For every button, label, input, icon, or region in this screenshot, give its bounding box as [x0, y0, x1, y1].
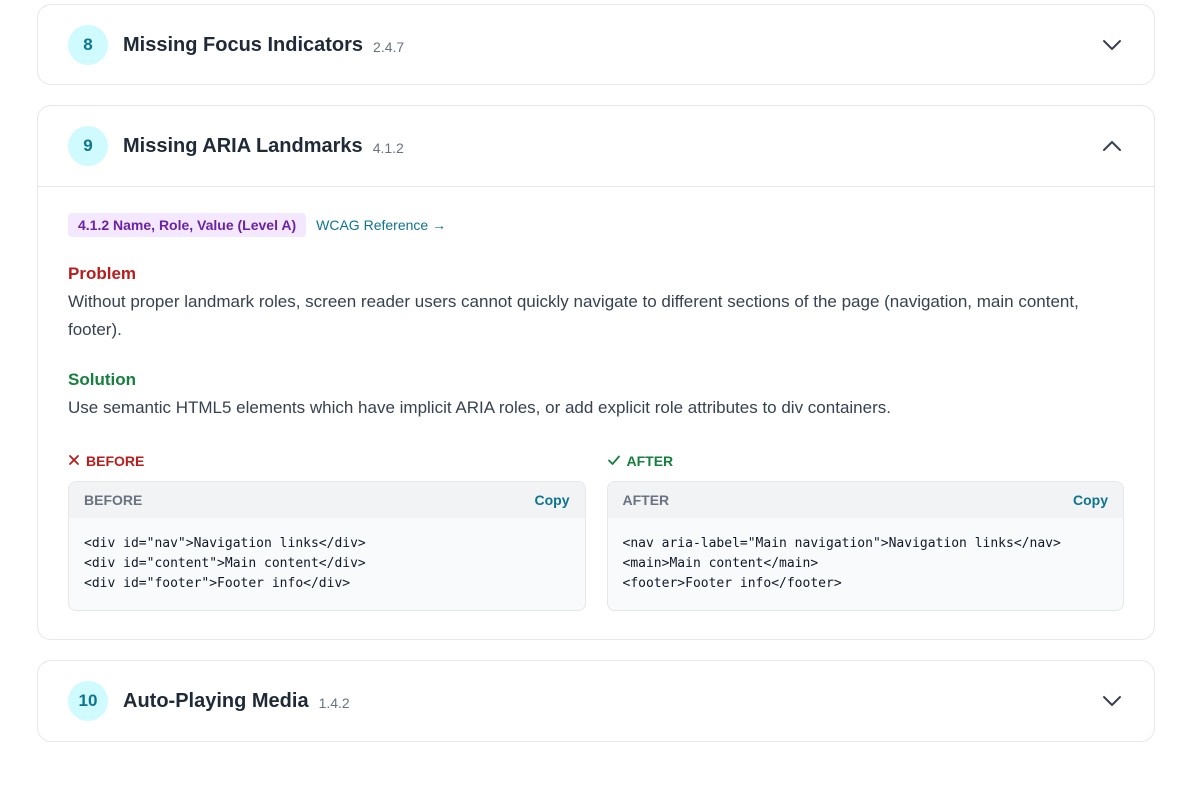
after-code-block: AFTER Copy <nav aria-label="Main navigat…: [606, 481, 1124, 611]
issue-number-badge: 9: [68, 126, 108, 166]
issue-card-10: 10 Auto-Playing Media 1.4.2: [37, 660, 1155, 742]
check-icon: [607, 453, 621, 469]
code-block-title: AFTER: [622, 492, 670, 508]
chevron-down-icon[interactable]: [1100, 33, 1124, 57]
before-label-text: BEFORE: [86, 453, 145, 469]
issue-criterion: 2.4.7: [373, 38, 405, 55]
before-label: BEFORE: [68, 452, 586, 470]
chevron-up-icon[interactable]: [1100, 134, 1124, 158]
issue-header-8[interactable]: 8 Missing Focus Indicators 2.4.7: [38, 5, 1154, 85]
issue-title: Auto-Playing Media: [123, 689, 309, 712]
chevron-down-icon[interactable]: [1100, 689, 1124, 713]
issue-card-9: 9 Missing ARIA Landmarks 4.1.2 4.1.2 Nam…: [37, 105, 1155, 640]
wcag-reference-link[interactable]: WCAG Reference →: [316, 217, 446, 233]
solution-text: Use semantic HTML5 elements which have i…: [68, 398, 891, 417]
after-column: AFTER AFTER Copy <nav aria-label="Main n…: [606, 452, 1125, 611]
code-block-title: BEFORE: [84, 492, 143, 508]
issue-card-8: 8 Missing Focus Indicators 2.4.7: [37, 4, 1155, 85]
code-block-header: AFTER Copy: [607, 482, 1123, 518]
after-label-text: AFTER: [626, 453, 674, 469]
issue-header-9[interactable]: 9 Missing ARIA Landmarks 4.1.2: [38, 106, 1154, 186]
code-content: <div id="nav">Navigation links</div> <di…: [84, 536, 366, 591]
before-column: BEFORE BEFORE Copy <div id="nav">Navigat…: [68, 452, 586, 611]
copy-button[interactable]: Copy: [1073, 492, 1108, 508]
code-comparison: BEFORE BEFORE Copy <div id="nav">Navigat…: [68, 452, 1124, 611]
issue-criterion: 4.1.2: [372, 139, 404, 156]
issue-title: Missing ARIA Landmarks: [123, 134, 363, 157]
x-icon: [68, 453, 80, 469]
code-content: <nav aria-label="Main navigation">Naviga…: [622, 536, 1061, 591]
issue-criterion: 1.4.2: [318, 694, 350, 711]
issue-header-10[interactable]: 10 Auto-Playing Media 1.4.2: [38, 661, 1154, 741]
code-block-header: BEFORE Copy: [69, 482, 585, 518]
before-code-block: BEFORE Copy <div id="nav">Navigation lin…: [68, 481, 586, 611]
after-label: AFTER: [607, 452, 1125, 470]
issue-number-badge: 10: [68, 681, 108, 721]
issues-list: 8 Missing Focus Indicators 2.4.7 9 Missi…: [0, 0, 1181, 811]
solution-heading: Solution: [68, 370, 136, 389]
issue-number-badge: 8: [68, 25, 108, 65]
problem-text: Without proper landmark roles, screen re…: [68, 292, 1079, 339]
copy-button[interactable]: Copy: [535, 492, 570, 508]
issue-details: 4.1.2 Name, Role, Value (Level A) WCAG R…: [38, 187, 1154, 636]
wcag-criterion-badge: 4.1.2 Name, Role, Value (Level A): [68, 213, 307, 237]
problem-heading: Problem: [68, 264, 137, 283]
issue-title: Missing Focus Indicators: [123, 33, 364, 56]
issue-tags: 4.1.2 Name, Role, Value (Level A) WCAG R…: [68, 212, 1124, 238]
